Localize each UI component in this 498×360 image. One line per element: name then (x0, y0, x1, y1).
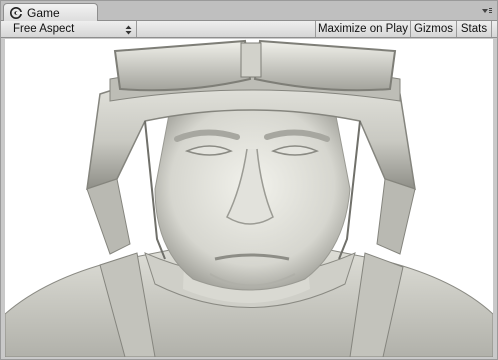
game-toolbar: Free Aspect Maximize on Play Gizmos Stat… (1, 21, 497, 38)
stats-button[interactable]: Stats (456, 21, 492, 37)
soldier-render (5, 39, 493, 357)
goggle-right (253, 39, 397, 92)
game-window: Game Free Aspect Maximize on Play Gizmos… (0, 0, 498, 360)
helmet-left-side (86, 178, 131, 255)
aspect-dropdown-label: Free Aspect (13, 23, 75, 35)
tab-game-label: Game (27, 6, 60, 20)
goggle-left (113, 39, 252, 92)
helmet-right-side (376, 178, 416, 255)
gizmos-button[interactable]: Gizmos (410, 21, 456, 37)
dropdown-arrow-icon (125, 23, 132, 35)
tab-strip: Game (1, 1, 497, 22)
tab-game[interactable]: Game (3, 3, 98, 22)
game-viewport[interactable] (5, 39, 493, 357)
unity-game-icon (10, 7, 22, 19)
aspect-dropdown[interactable]: Free Aspect (7, 21, 137, 37)
panel-menu-icon[interactable] (481, 5, 493, 17)
goggle-bridge (240, 42, 262, 78)
maximize-on-play-button[interactable]: Maximize on Play (315, 21, 410, 37)
